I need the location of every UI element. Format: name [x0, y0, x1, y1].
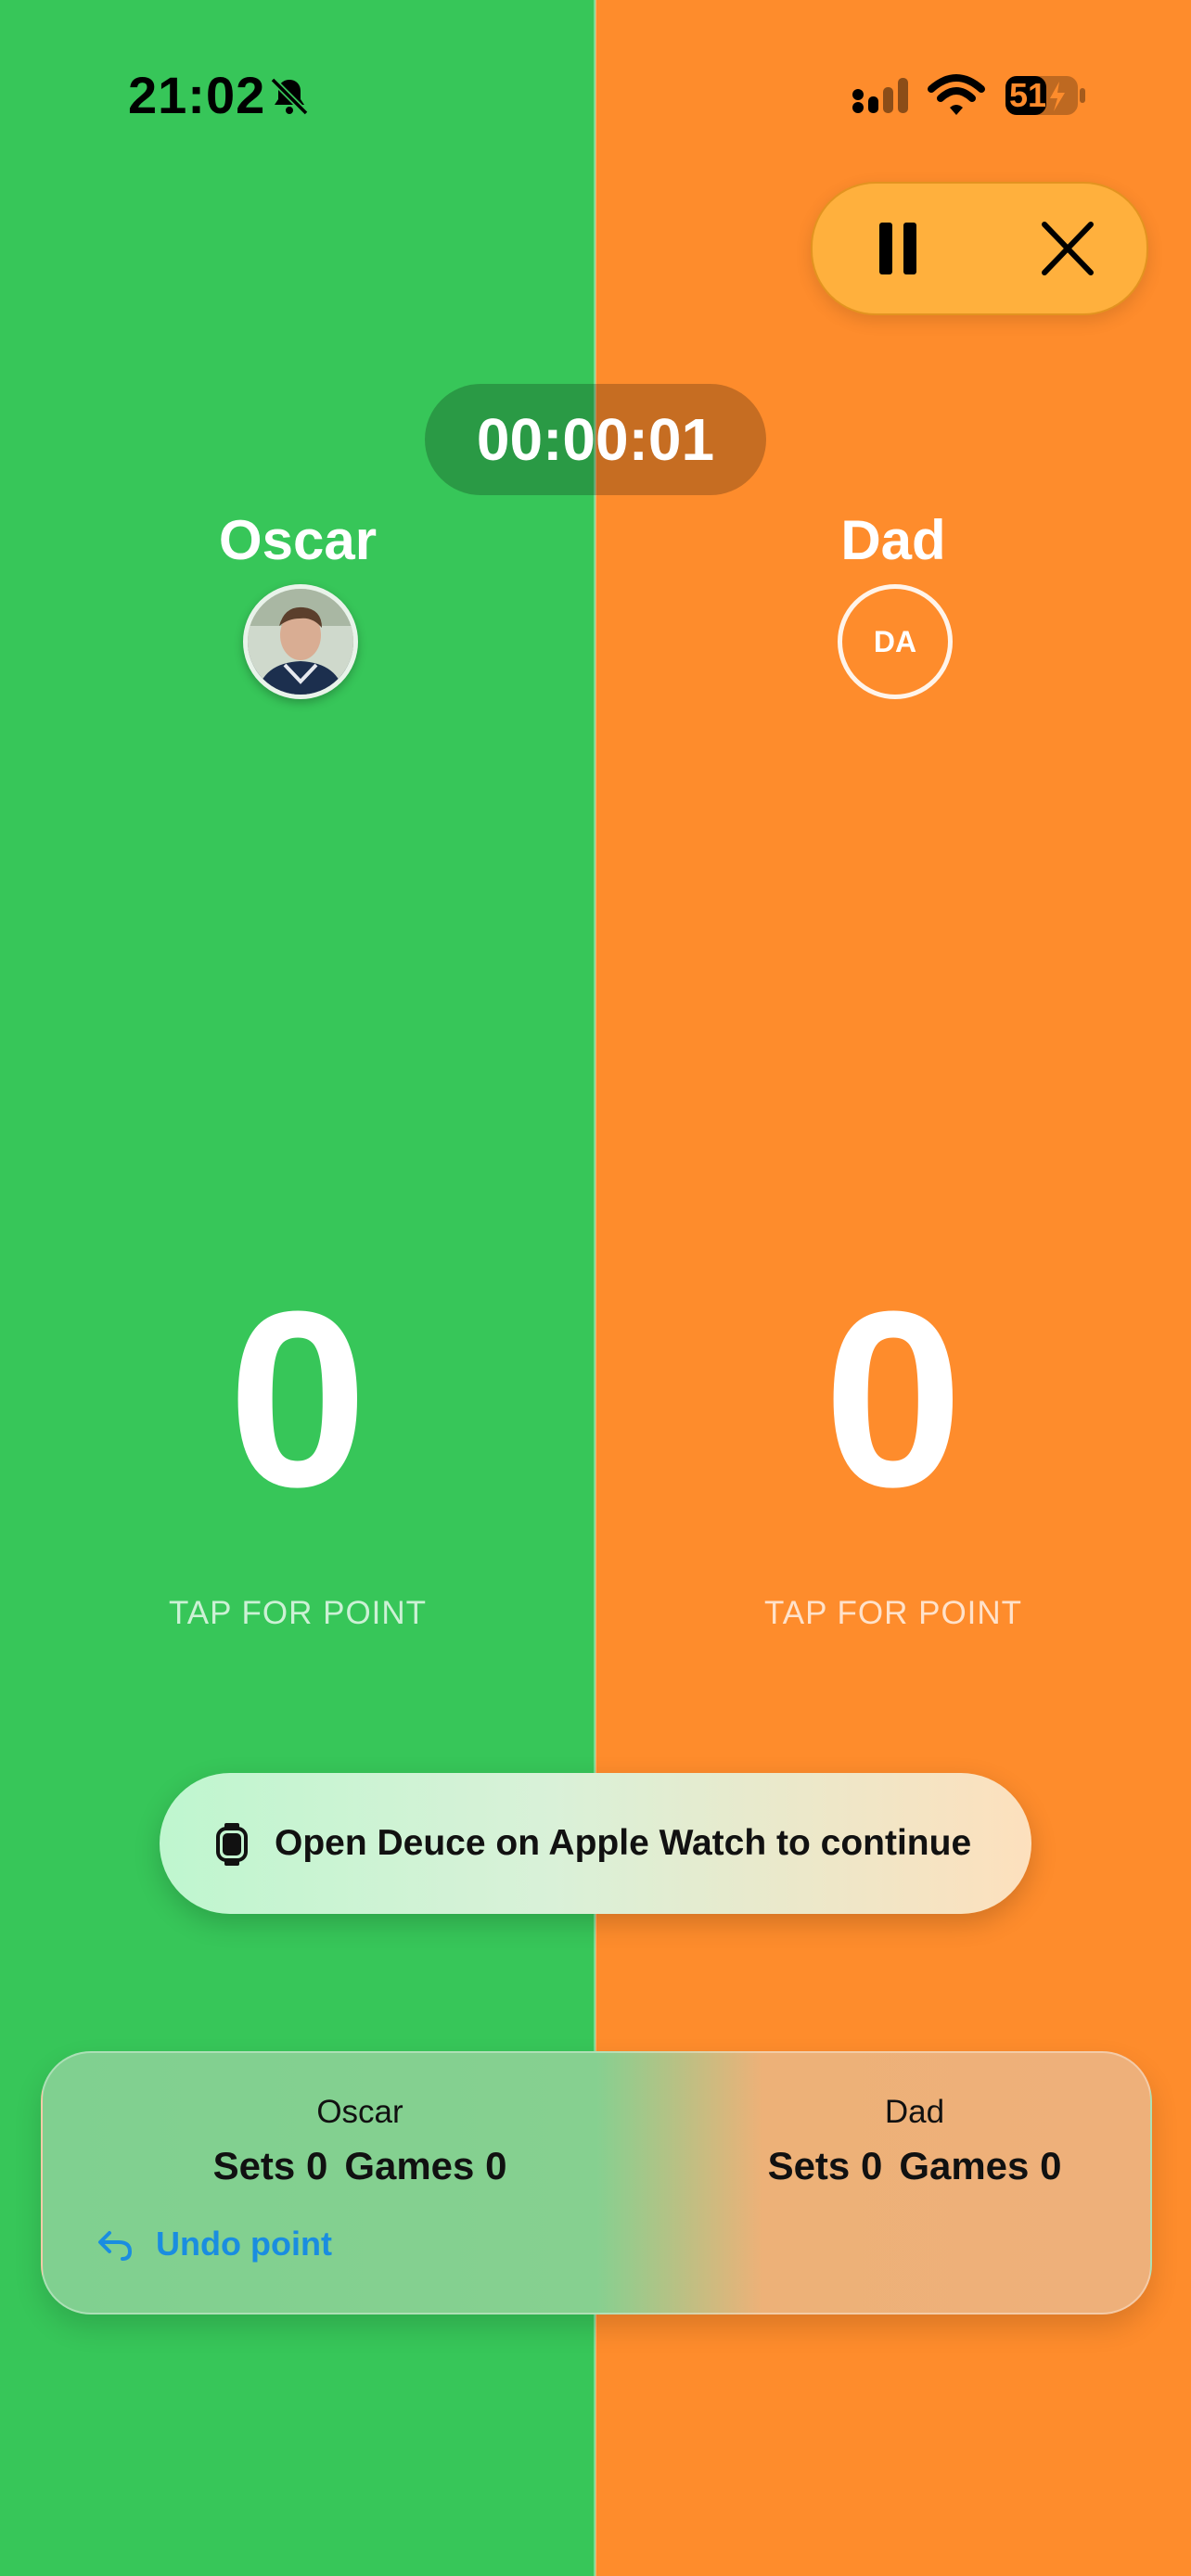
scorecard-stats-left: Sets 0 Games 0 [128, 2144, 592, 2188]
scorecard-games-left: Games 0 [344, 2144, 507, 2187]
match-timer: 00:00:01 [425, 384, 766, 495]
cellular-signal-icon [852, 78, 908, 113]
player-avatar-right: DA [838, 584, 953, 699]
point-score-left[interactable]: 0 [112, 1261, 483, 1539]
tap-for-point-left[interactable]: TAP FOR POINT [112, 1595, 483, 1632]
point-score-right[interactable]: 0 [708, 1261, 1079, 1539]
apple-watch-banner[interactable]: Open Deuce on Apple Watch to continue [160, 1773, 1031, 1914]
bell-slash-icon [270, 77, 309, 116]
undo-point-button[interactable]: Undo point [96, 2216, 332, 2272]
undo-arrow-icon [98, 2231, 133, 2261]
match-scorecard: Oscar Sets 0 Games 0 Dad Sets 0 Games 0 Un… [41, 2051, 1152, 2315]
scorecard-sets-left: Sets 0 [212, 2144, 328, 2187]
wifi-icon [928, 74, 985, 115]
apple-watch-icon [216, 1823, 248, 1866]
player-name-left: Oscar [218, 509, 378, 571]
scorecard-name-right: Dad [884, 2094, 945, 2130]
tap-for-point-right[interactable]: TAP FOR POINT [708, 1595, 1079, 1632]
scorecard-sets-right: Sets 0 [767, 2144, 883, 2187]
player-name-right: Dad [840, 509, 946, 571]
scorecard-name-left: Oscar [316, 2094, 403, 2130]
avatar-portrait [248, 589, 353, 695]
player-avatar-left [243, 584, 358, 699]
scorecard-games-right: Games 0 [899, 2144, 1062, 2187]
apple-watch-banner-text: Open Deuce on Apple Watch to continue [275, 1823, 972, 1863]
undo-point-label: Undo point [156, 2225, 332, 2263]
battery-level: 51 [1009, 76, 1047, 114]
pause-button[interactable] [866, 217, 931, 280]
close-button[interactable] [1035, 217, 1100, 280]
scorecard-stats-right: Sets 0 Games 0 [683, 2144, 1146, 2188]
status-time: 21:02 [128, 66, 266, 124]
match-controls [811, 182, 1148, 315]
